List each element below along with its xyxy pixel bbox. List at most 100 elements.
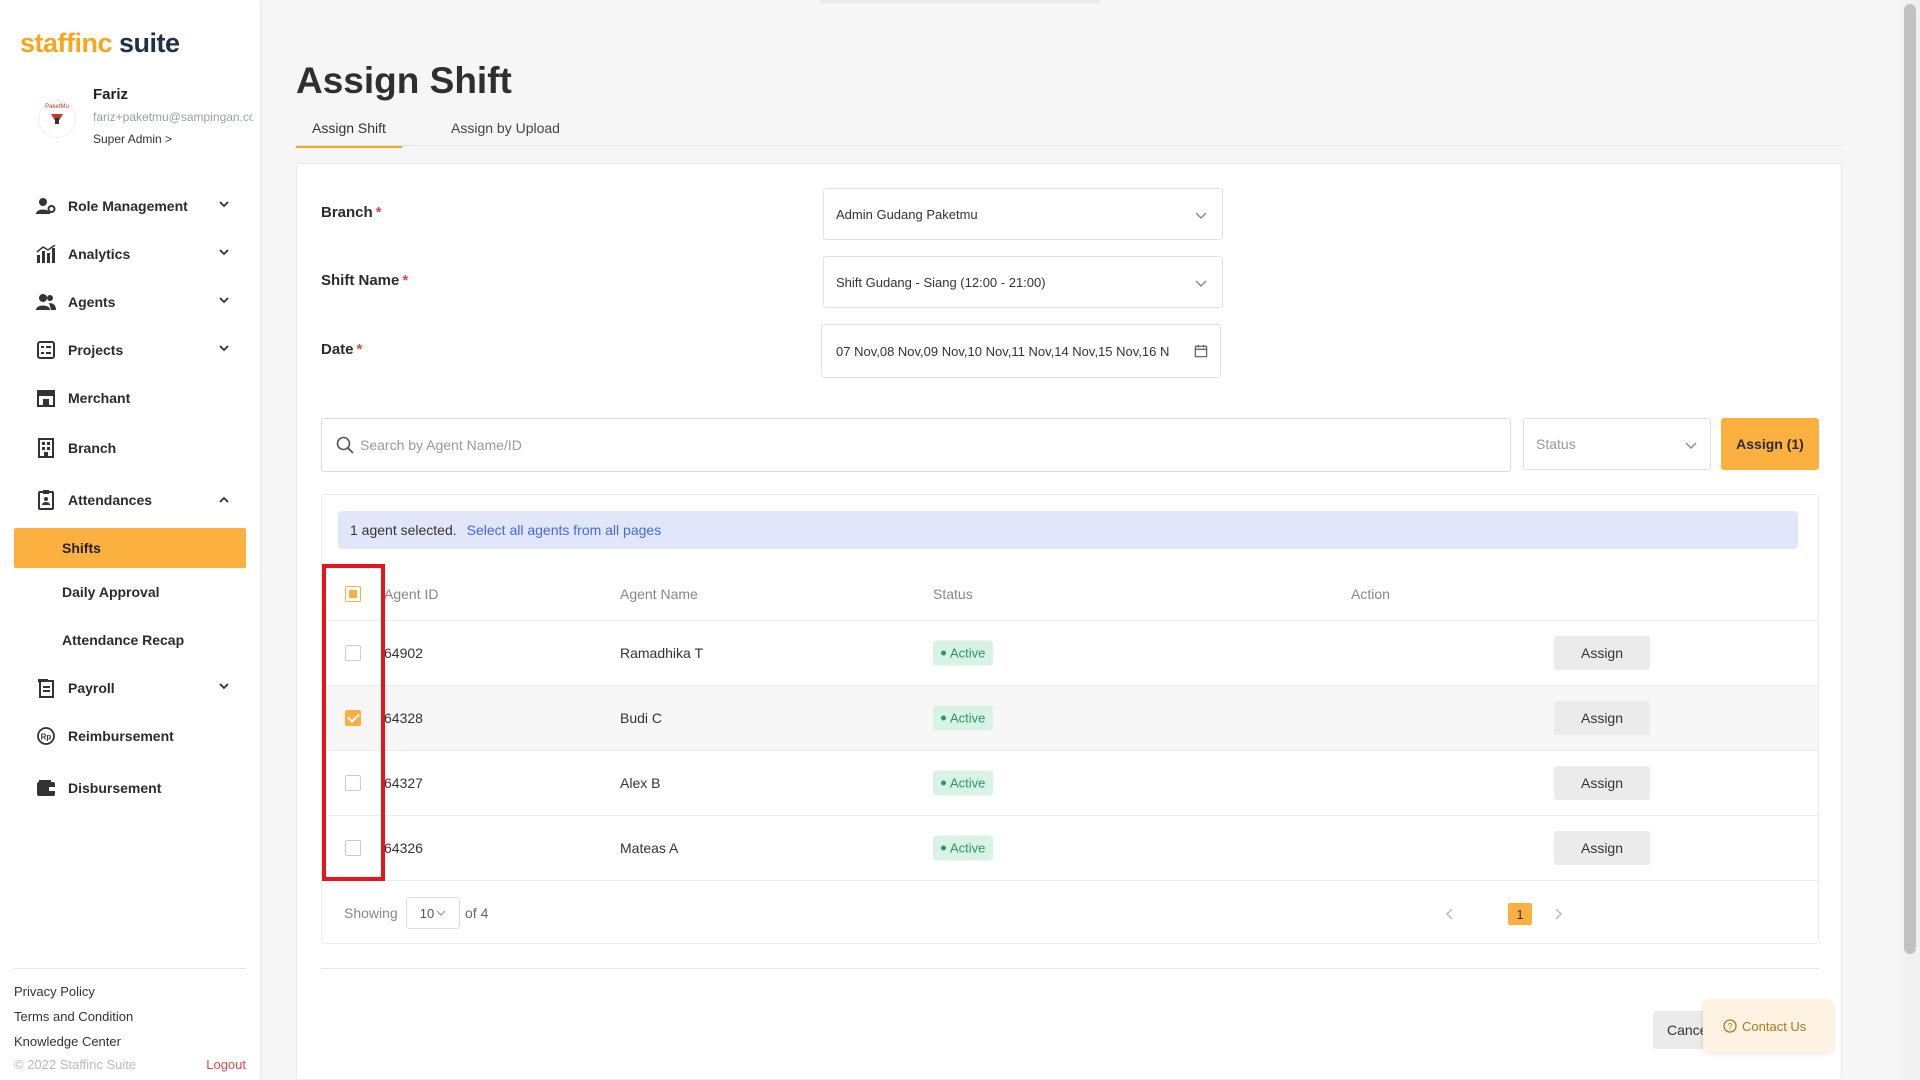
vertical-scrollbar[interactable] — [1900, 0, 1920, 1080]
chevron-down-icon — [1685, 442, 1697, 449]
avatar: PaketMu — [38, 100, 76, 138]
contact-us-button[interactable]: ? Contact Us — [1703, 1000, 1833, 1052]
tab-assign-by-upload[interactable]: Assign by Upload — [451, 120, 560, 146]
assign-selected-button[interactable]: Assign (1) — [1721, 418, 1819, 470]
agent-id: 64328 — [384, 710, 423, 726]
sidebar-nav: Role Management Analytics Agents Project… — [14, 182, 246, 816]
knowledge-center-link[interactable]: Knowledge Center — [14, 1029, 246, 1054]
main-content: Assign Shift Assign Shift Assign by Uplo… — [296, 0, 1842, 1080]
privacy-policy-link[interactable]: Privacy Policy — [14, 979, 246, 1004]
table-row: 64328 Budi C Active Assign — [322, 686, 1818, 751]
svg-text:Rp: Rp — [41, 733, 52, 742]
logout-link[interactable]: Logout — [206, 1057, 246, 1072]
sidebar-item-role-management[interactable]: Role Management — [14, 182, 246, 230]
sidebar-item-analytics[interactable]: Analytics — [14, 230, 246, 278]
chevron-down-icon — [436, 910, 446, 916]
chevron-down-icon — [219, 297, 229, 304]
scrollbar-thumb[interactable] — [1904, 4, 1916, 954]
merchant-icon — [36, 388, 56, 408]
search-input[interactable]: Search by Agent Name/ID — [321, 418, 1511, 472]
sidebar-item-disbursement[interactable]: Disbursement — [14, 760, 246, 816]
sidebar: staffinc suite PaketMu Fariz fariz+paket… — [0, 0, 260, 1080]
divider — [14, 968, 246, 969]
divider — [321, 968, 1819, 969]
column-header-status[interactable]: Status — [933, 586, 973, 602]
user-email: fariz+paketmu@sampingan.co — [93, 110, 253, 124]
sidebar-item-reimbursement[interactable]: Rp Reimbursement — [14, 712, 246, 760]
table-row: 64902 Ramadhika T Active Assign — [322, 621, 1818, 686]
agent-name: Mateas A — [620, 840, 679, 856]
column-header-action: Action — [1351, 585, 1390, 602]
branch-label: Branch * — [321, 204, 382, 221]
page-title: Assign Shift — [296, 60, 512, 101]
status-badge: Active — [933, 705, 994, 731]
per-page-select[interactable]: 10 — [406, 897, 460, 929]
help-circle-icon: ? — [1723, 1019, 1737, 1033]
chevron-down-icon — [1195, 212, 1207, 219]
sidebar-item-attendances[interactable]: Attendances — [14, 474, 246, 526]
chevron-down-icon — [219, 201, 229, 208]
chevron-right-icon[interactable] — [1552, 907, 1564, 921]
calendar-icon[interactable] — [1192, 343, 1208, 359]
agent-id: 64326 — [384, 840, 423, 856]
sidebar-item-merchant[interactable]: Merchant — [14, 374, 246, 422]
date-label: Date * — [321, 341, 363, 358]
projects-icon — [36, 340, 56, 360]
assign-row-button[interactable]: Assign — [1554, 701, 1650, 735]
user-profile[interactable]: PaketMu Fariz fariz+paketmu@sampingan.co… — [30, 86, 253, 150]
branch-icon — [36, 438, 56, 458]
analytics-icon — [36, 244, 56, 264]
sidebar-item-daily-approval[interactable]: Daily Approval — [14, 568, 246, 616]
table-row: 64327 Alex B Active Assign — [322, 751, 1818, 816]
assign-row-button[interactable]: Assign — [1554, 831, 1650, 865]
column-header-agent-name[interactable]: Agent Name — [620, 586, 698, 602]
agent-name: Budi C — [620, 710, 663, 726]
select-all-pages-link[interactable]: Select all agents from all pages — [467, 522, 662, 538]
sidebar-item-projects[interactable]: Projects — [14, 326, 246, 374]
status-badge: Active — [933, 835, 994, 861]
sidebar-item-branch[interactable]: Branch — [14, 422, 246, 474]
assign-row-button[interactable]: Assign — [1554, 766, 1650, 800]
showing-label: Showing — [344, 905, 398, 921]
status-badge: Active — [933, 640, 994, 666]
chevron-down-icon — [1195, 280, 1207, 287]
branch-select[interactable]: Admin Gudang Paketmu — [823, 188, 1223, 240]
sidebar-item-payroll[interactable]: Payroll — [14, 664, 246, 712]
tab-assign-shift[interactable]: Assign Shift — [296, 120, 402, 148]
role-icon — [36, 196, 56, 216]
selection-banner: 1 agent selected. Select all agents from… — [338, 511, 1798, 549]
agents-icon — [36, 292, 56, 312]
search-placeholder: Search by Agent Name/ID — [360, 437, 522, 453]
chevron-up-icon — [219, 496, 229, 503]
agent-name: Ramadhika T — [620, 645, 704, 661]
assign-shift-card: Branch * Admin Gudang Paketmu Shift Name *… — [296, 163, 1842, 1080]
assign-row-button[interactable]: Assign — [1554, 636, 1650, 670]
staffinc-logo[interactable]: staffinc suite — [20, 28, 180, 59]
terms-link[interactable]: Terms and Condition — [14, 1004, 246, 1029]
shift-name-label: Shift Name * — [321, 272, 409, 289]
sidebar-item-agents[interactable]: Agents — [14, 278, 246, 326]
user-role-link[interactable]: Super Admin > — [93, 132, 172, 146]
shift-name-select[interactable]: Shift Gudang - Siang (12:00 - 21:00) — [823, 256, 1223, 308]
user-name: Fariz — [93, 86, 129, 103]
sidebar-item-attendance-recap[interactable]: Attendance Recap — [14, 616, 246, 664]
chevron-down-icon — [219, 249, 229, 256]
reimbursement-icon: Rp — [36, 726, 56, 746]
chevron-down-icon — [219, 345, 229, 352]
svg-text:?: ? — [1727, 1022, 1732, 1032]
chevron-left-icon[interactable] — [1444, 907, 1456, 921]
page-number-current[interactable]: 1 — [1508, 903, 1532, 925]
checkbox-column-highlight — [322, 564, 385, 881]
status-badge: Active — [933, 770, 994, 796]
table-row: 64326 Mateas A Active Assign — [322, 816, 1818, 881]
search-icon — [336, 436, 354, 454]
total-count: of 4 — [465, 905, 489, 921]
sidebar-item-shifts[interactable]: Shifts — [14, 528, 246, 568]
status-filter-select[interactable]: Status — [1523, 418, 1711, 470]
agent-name: Alex B — [620, 775, 661, 791]
selection-count-text: 1 agent selected. — [350, 522, 457, 538]
sidebar-footer: Privacy Policy Terms and Condition Knowl… — [14, 968, 246, 1080]
column-header-agent-id[interactable]: Agent ID — [384, 586, 438, 602]
agent-id: 64327 — [384, 775, 423, 791]
date-picker[interactable]: 07 Nov,08 Nov,09 Nov,10 Nov,11 Nov,14 No… — [821, 324, 1221, 378]
